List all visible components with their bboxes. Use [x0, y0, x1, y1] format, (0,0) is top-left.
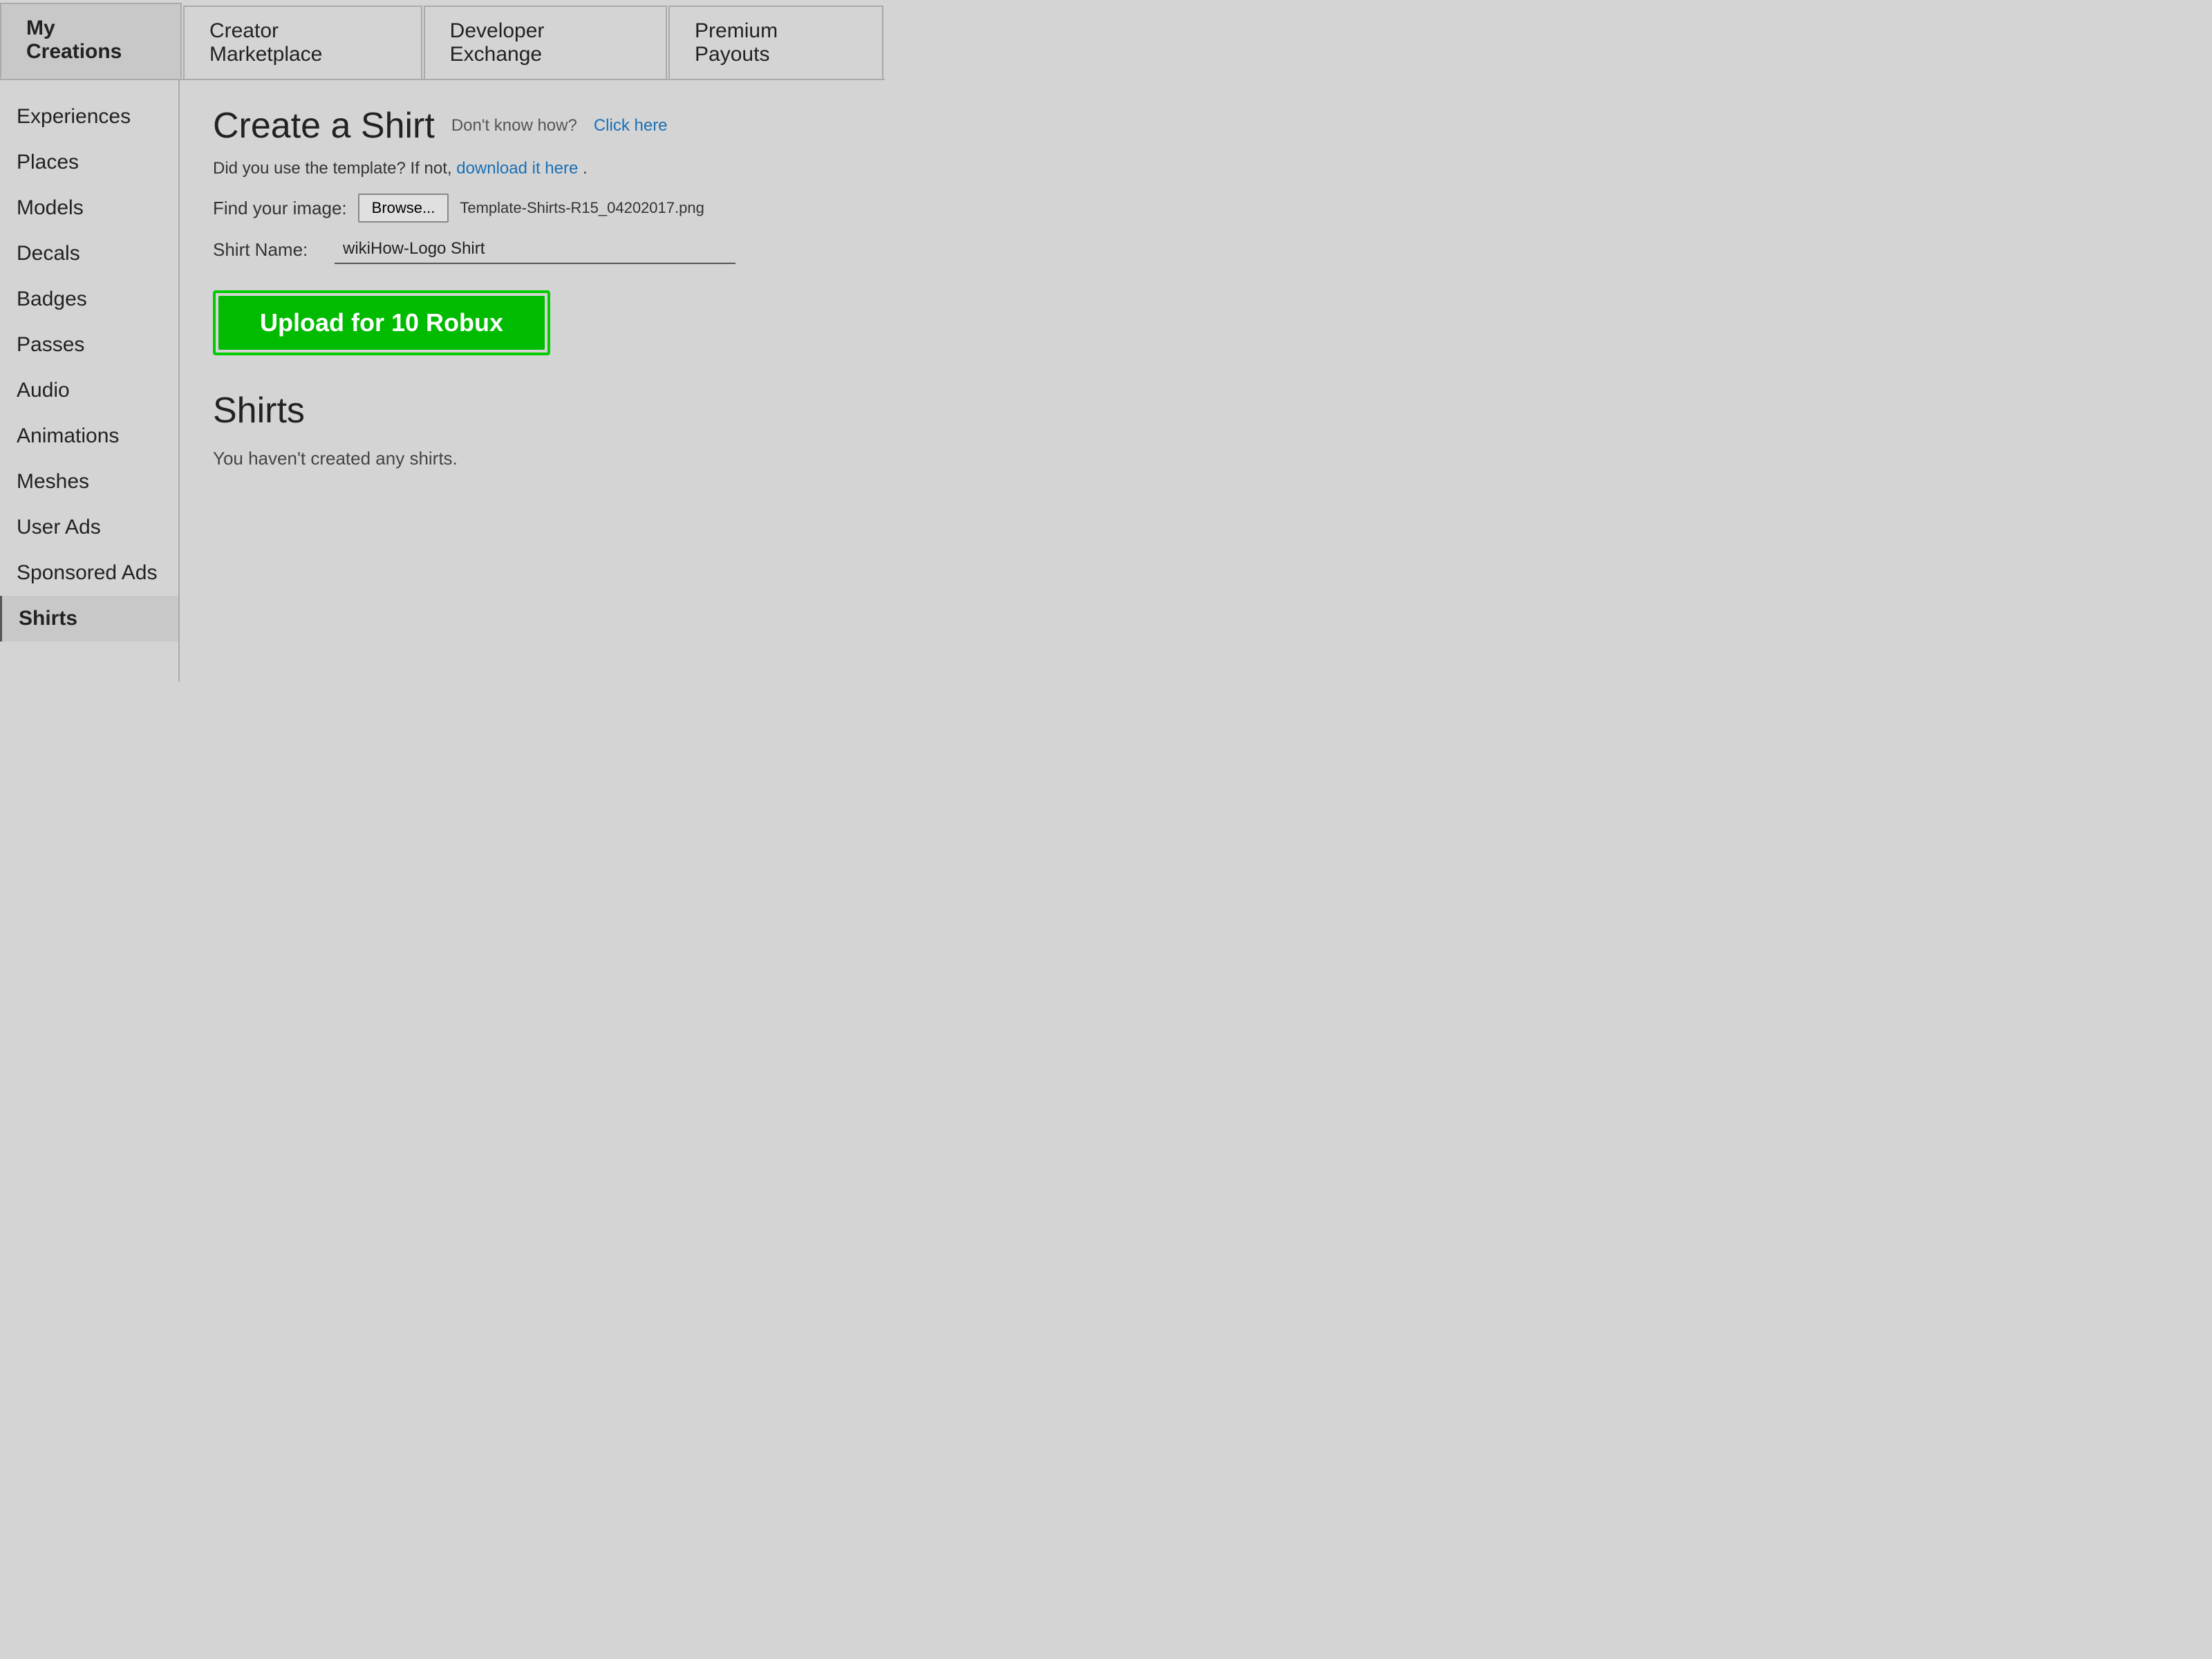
- sidebar-item-experiences[interactable]: Experiences: [0, 94, 178, 140]
- shirts-section-title: Shirts: [213, 390, 852, 431]
- download-link[interactable]: download it here: [456, 159, 578, 178]
- upload-button[interactable]: Upload for 10 Robux: [218, 296, 545, 350]
- dont-know-text: Don't know how?: [451, 116, 577, 135]
- find-image-row: Find your image: Browse... Template-Shir…: [213, 194, 852, 223]
- create-shirt-title: Create a Shirt: [213, 105, 435, 147]
- sidebar-item-decals[interactable]: Decals: [0, 231, 178, 276]
- sidebar-item-user-ads[interactable]: User Ads: [0, 505, 178, 550]
- file-name-display: Template-Shirts-R15_04202017.png: [460, 199, 704, 217]
- shirts-section: Shirts You haven't created any shirts.: [213, 390, 852, 469]
- content-area: Create a Shirt Don't know how? Click her…: [180, 80, 885, 682]
- main-layout: Experiences Places Models Decals Badges …: [0, 80, 885, 682]
- tab-creator-marketplace[interactable]: Creator Marketplace: [183, 6, 422, 79]
- tab-premium-payouts[interactable]: Premium Payouts: [668, 6, 883, 79]
- sidebar-item-shirts[interactable]: Shirts: [0, 596, 178, 641]
- template-text: Did you use the template? If not,: [213, 159, 452, 178]
- shirt-name-row: Shirt Name:: [213, 235, 852, 264]
- tab-developer-exchange[interactable]: Developer Exchange: [424, 6, 667, 79]
- sidebar-item-models[interactable]: Models: [0, 185, 178, 231]
- sidebar-item-sponsored-ads[interactable]: Sponsored Ads: [0, 550, 178, 596]
- click-here-link[interactable]: Click here: [594, 116, 668, 135]
- no-shirts-text: You haven't created any shirts.: [213, 448, 852, 469]
- sidebar-item-animations[interactable]: Animations: [0, 413, 178, 459]
- browse-button[interactable]: Browse...: [358, 194, 449, 223]
- shirt-name-input[interactable]: [335, 235, 735, 264]
- sidebar-item-meshes[interactable]: Meshes: [0, 459, 178, 505]
- create-shirt-title-row: Create a Shirt Don't know how? Click her…: [213, 105, 852, 147]
- shirt-name-label: Shirt Name:: [213, 239, 324, 261]
- find-image-label: Find your image:: [213, 198, 347, 219]
- sidebar: Experiences Places Models Decals Badges …: [0, 80, 180, 682]
- sidebar-item-badges[interactable]: Badges: [0, 276, 178, 322]
- create-shirt-section: Create a Shirt Don't know how? Click her…: [213, 105, 852, 355]
- tab-my-creations[interactable]: My Creations: [0, 3, 182, 79]
- template-period: .: [583, 159, 588, 178]
- sidebar-item-passes[interactable]: Passes: [0, 322, 178, 368]
- sidebar-item-places[interactable]: Places: [0, 140, 178, 185]
- sidebar-item-audio[interactable]: Audio: [0, 368, 178, 413]
- tab-bar: My Creations Creator Marketplace Develop…: [0, 0, 885, 80]
- template-line: Did you use the template? If not, downlo…: [213, 159, 852, 178]
- upload-button-wrapper: Upload for 10 Robux: [213, 290, 550, 355]
